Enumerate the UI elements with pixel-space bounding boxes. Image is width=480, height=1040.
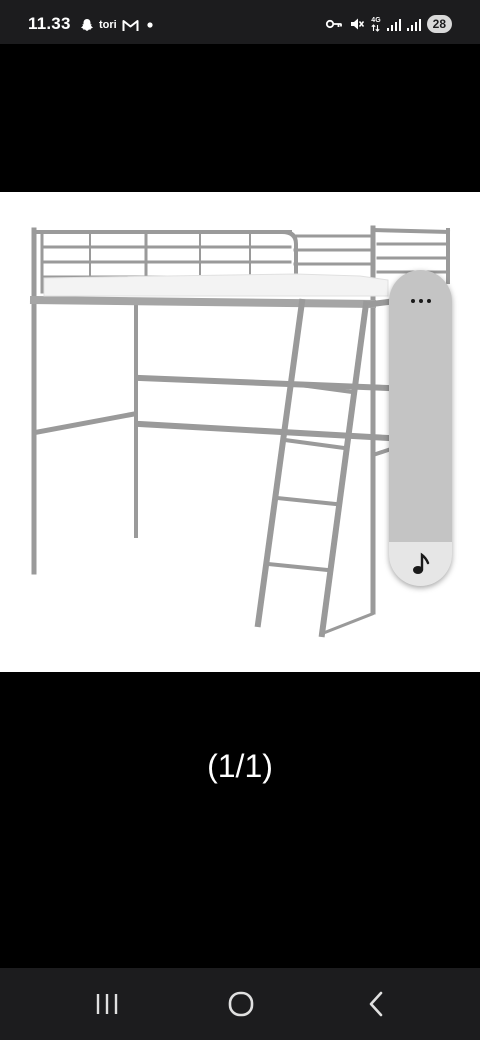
status-left-icons: tori <box>80 16 156 34</box>
floating-action-pill[interactable] <box>389 270 452 586</box>
recent-apps-button[interactable] <box>77 982 137 1026</box>
snapchat-icon <box>81 19 93 31</box>
home-icon <box>228 991 254 1017</box>
dot <box>418 299 423 303</box>
data-arrows-icon <box>371 23 381 32</box>
status-right-icons: 4G 28 <box>325 14 452 34</box>
back-icon <box>369 991 383 1017</box>
more-options-icon[interactable] <box>389 284 452 318</box>
vpn-key-icon <box>326 19 343 29</box>
screen: 11.33 tori 4G 28 (1/1) <box>0 0 480 1040</box>
navigation-bar <box>0 968 480 1040</box>
status-bar: 11.33 tori 4G 28 <box>0 0 480 44</box>
mute-icon <box>351 18 365 30</box>
image-counter: (1/1) <box>207 748 273 784</box>
signal-icon <box>406 18 421 31</box>
music-note-icon <box>412 552 429 574</box>
signal-icon <box>386 18 401 31</box>
home-button[interactable] <box>211 982 271 1026</box>
back-button[interactable] <box>346 982 406 1026</box>
network-type-label: 4G <box>371 16 381 24</box>
status-time: 11.33 <box>28 14 71 33</box>
dot <box>426 299 431 303</box>
notification-dot-icon <box>147 22 153 28</box>
gmail-icon <box>122 19 139 31</box>
dot <box>410 299 415 303</box>
recent-apps-icon <box>96 994 118 1014</box>
network-4g-icon: 4G <box>371 16 381 32</box>
image-viewer[interactable] <box>0 192 480 672</box>
status-app-label: tori <box>99 19 117 31</box>
battery-icon: 28 <box>426 15 452 33</box>
